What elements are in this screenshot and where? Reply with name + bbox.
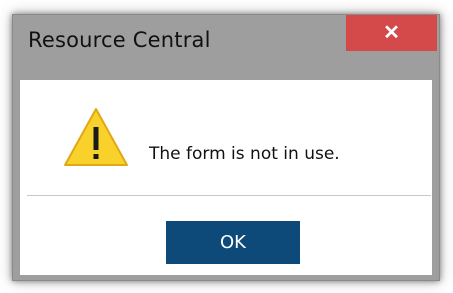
- dialog-message: The form is not in use.: [149, 144, 340, 164]
- dialog-title: Resource Central: [28, 28, 211, 52]
- divider: [27, 195, 431, 196]
- dialog-body: The form is not in use. OK: [20, 80, 432, 275]
- ok-button[interactable]: OK: [166, 221, 300, 264]
- close-button[interactable]: ✕: [346, 15, 437, 51]
- close-icon: ✕: [383, 22, 400, 44]
- message-dialog: Resource Central ✕ The form is not in us…: [12, 14, 440, 281]
- warning-icon: [64, 108, 128, 166]
